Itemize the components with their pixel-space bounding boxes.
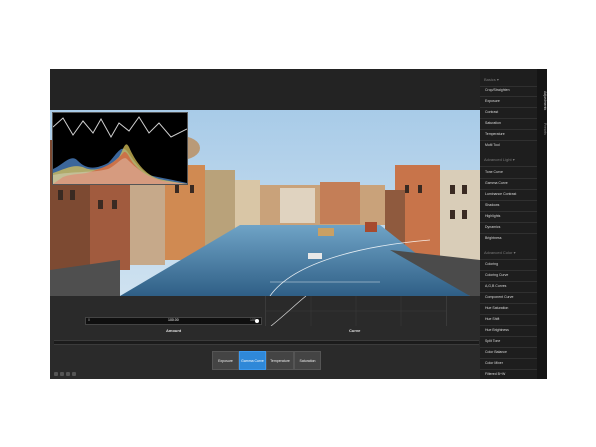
sidebar-item-crop-straighten[interactable]: Crop/Straighten xyxy=(485,88,510,92)
divider xyxy=(480,189,537,190)
divider xyxy=(480,140,537,141)
sidebar-item-multi-tool[interactable]: Multi Tool xyxy=(485,143,500,147)
divider xyxy=(480,211,537,212)
sidebar-item-hue-brightness[interactable]: Hue Brightness xyxy=(485,328,509,332)
tab-adjustments[interactable]: Adjustments xyxy=(537,91,547,110)
sidebar-item-luminance-contrast[interactable]: Luminance Contrast xyxy=(485,192,516,196)
divider xyxy=(480,270,537,271)
divider xyxy=(480,281,537,282)
divider xyxy=(480,369,537,370)
tool-button-label: Temperature xyxy=(270,358,290,363)
tool-button-gamma-curve[interactable]: Gamma Curve xyxy=(239,351,266,370)
amount-slider[interactable]: 0 100.00 100 xyxy=(85,317,262,325)
section-title: Basics xyxy=(484,77,496,82)
divider xyxy=(480,314,537,315)
divider xyxy=(480,259,537,260)
divider xyxy=(480,347,537,348)
sidebar-item-tone-curve[interactable]: Tone Curve xyxy=(485,170,503,174)
divider xyxy=(480,96,537,97)
sidebar-item-color-mixer[interactable]: Color Mixer xyxy=(485,361,503,365)
divider xyxy=(480,129,537,130)
divider xyxy=(480,200,537,201)
curve-label: Curve xyxy=(349,328,361,333)
divider xyxy=(480,118,537,119)
top-toolbar xyxy=(50,69,480,110)
sidebar-item-exposure[interactable]: Exposure xyxy=(485,99,500,103)
sidebar-item-component-curve[interactable]: Component Curve xyxy=(485,295,513,299)
divider xyxy=(480,107,537,108)
divider xyxy=(480,233,537,234)
section-title: Advanced Light xyxy=(484,157,512,162)
photo-editor-window: 0 100.00 100 Amount Curve Exposure Gamma… xyxy=(50,69,547,379)
curve-grid xyxy=(266,295,446,327)
tool-button-label: Exposure xyxy=(218,358,233,363)
divider xyxy=(480,303,537,304)
divider xyxy=(480,166,537,167)
adjustment-controls: 0 100.00 100 Amount Curve Exposure Gamma… xyxy=(50,295,480,379)
chevron-down-icon: ▾ xyxy=(496,77,499,82)
compare-icon[interactable] xyxy=(60,372,64,376)
sidebar-item-coloring-curve[interactable]: Coloring Curve xyxy=(485,273,508,277)
section-header-basics[interactable]: Basics ▾ xyxy=(484,77,499,82)
divider xyxy=(480,292,537,293)
section-header-advanced-color[interactable]: Advanced Color ▾ xyxy=(484,250,516,255)
divider xyxy=(480,86,537,87)
sidebar-item-split-tone[interactable]: Split Tone xyxy=(485,339,500,343)
sidebar-item-saturation[interactable]: Saturation xyxy=(485,121,501,125)
tool-button-label: Gamma Curve xyxy=(241,358,264,363)
chevron-down-icon: ▾ xyxy=(513,250,516,255)
divider xyxy=(480,325,537,326)
slider-value-label: 100.00 xyxy=(168,318,179,322)
curve-graph[interactable] xyxy=(265,295,447,327)
divider xyxy=(480,222,537,223)
chevron-down-icon: ▾ xyxy=(512,157,515,162)
sidebar-item-highlights[interactable]: Highlights xyxy=(485,214,500,218)
tab-presets[interactable]: Presets xyxy=(537,123,547,135)
sidebar-item-coloring[interactable]: Coloring xyxy=(485,262,498,266)
grid-icon[interactable] xyxy=(54,372,58,376)
sidebar-item-temperature[interactable]: Temperature xyxy=(485,132,505,136)
tool-button-saturation[interactable]: Saturation xyxy=(294,351,321,370)
sidebar-item-rgb-curves[interactable]: A,G,B Curves xyxy=(485,284,506,288)
sidebar-item-dynamics[interactable]: Dynamics xyxy=(485,225,500,229)
adjustments-sidebar: Basics ▾ Crop/Straighten Exposure Contra… xyxy=(480,69,537,379)
sidebar-item-hue-saturation[interactable]: Hue Saturation xyxy=(485,306,508,310)
section-title: Advanced Color xyxy=(484,250,513,255)
slider-min-label: 0 xyxy=(88,318,90,322)
info-icon[interactable] xyxy=(72,372,76,376)
histogram-chart xyxy=(52,113,188,184)
slider-handle[interactable] xyxy=(255,319,259,323)
divider xyxy=(480,178,537,179)
sidebar-item-brightness[interactable]: Brightness xyxy=(485,236,502,240)
divider xyxy=(480,336,537,337)
sidebar-item-contrast[interactable]: Contrast xyxy=(485,110,498,114)
divider xyxy=(480,358,537,359)
sidebar-item-hue-shift[interactable]: Hue Shift xyxy=(485,317,499,321)
sidebar-tab-strip: Adjustments Presets xyxy=(537,69,547,379)
section-header-advanced-light[interactable]: Advanced Light ▾ xyxy=(484,157,515,162)
tool-button-exposure[interactable]: Exposure xyxy=(212,351,239,370)
timeline-scrubber[interactable] xyxy=(54,340,479,345)
sidebar-item-gamma-curve[interactable]: Gamma Curve xyxy=(485,181,508,185)
photo-canvas[interactable] xyxy=(50,110,480,297)
sidebar-item-color-balance[interactable]: Color Balance xyxy=(485,350,507,354)
sidebar-item-filtered-bw[interactable]: Filtered B+W xyxy=(485,372,505,376)
sidebar-item-shadows[interactable]: Shadows xyxy=(485,203,499,207)
tool-button-label: Saturation xyxy=(299,358,316,363)
amount-label: Amount xyxy=(166,328,182,333)
tool-button-temperature[interactable]: Temperature xyxy=(266,351,294,370)
histogram-panel xyxy=(52,112,188,185)
fullscreen-icon[interactable] xyxy=(66,372,70,376)
